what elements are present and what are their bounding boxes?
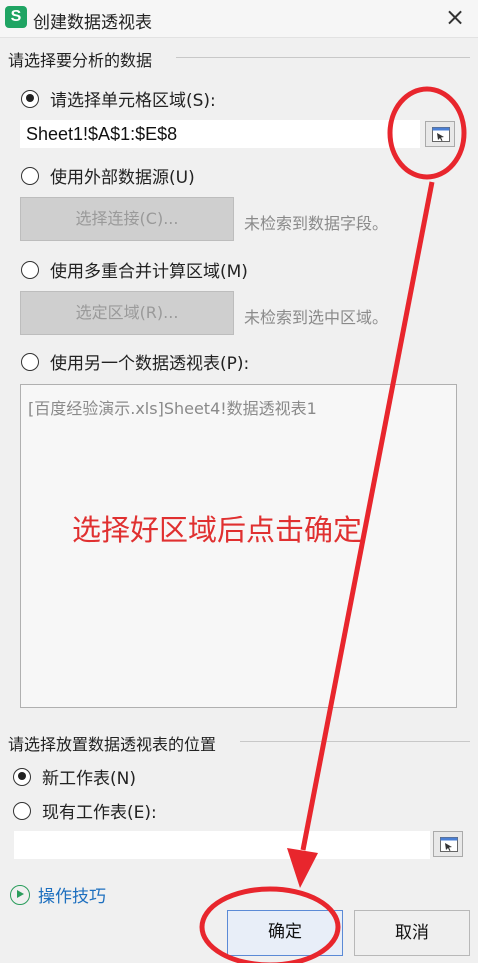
range-input[interactable]: Sheet1!$A$1:$E$8 xyxy=(20,120,420,148)
radio-new-sheet[interactable] xyxy=(13,767,31,786)
placement-picker-button[interactable] xyxy=(433,831,463,857)
range-select-icon xyxy=(440,837,458,852)
group-divider xyxy=(176,57,470,58)
option-cell-range[interactable]: 请选择单元格区域(S): xyxy=(21,86,216,111)
option-new-sheet-label: 新工作表(N) xyxy=(42,769,136,789)
placement-input[interactable] xyxy=(14,831,430,859)
range-picker-button[interactable] xyxy=(425,121,455,147)
option-new-sheet[interactable]: 新工作表(N) xyxy=(13,764,136,789)
play-circle-icon xyxy=(10,884,30,905)
cancel-button[interactable]: 取消 xyxy=(354,910,470,956)
option-multi-range[interactable]: 使用多重合并计算区域(M) xyxy=(21,257,248,282)
radio-cell-range[interactable] xyxy=(21,89,39,108)
external-hint: 未检索到数据字段。 xyxy=(244,214,389,233)
close-button[interactable]: × xyxy=(440,4,470,32)
option-multi-range-label: 使用多重合并计算区域(M) xyxy=(50,262,248,282)
option-existing-sheet[interactable]: 现有工作表(E): xyxy=(13,798,157,823)
title-bar: S 创建数据透视表 × xyxy=(0,0,478,38)
radio-other-pivot[interactable] xyxy=(21,352,39,371)
annotation-text: 选择好区域后点击确定 xyxy=(72,513,363,547)
range-select-icon xyxy=(432,127,450,142)
radio-existing-sheet[interactable] xyxy=(13,801,31,820)
select-region-button[interactable]: 选定区域(R)... xyxy=(20,291,234,335)
radio-external-source[interactable] xyxy=(21,166,39,185)
option-existing-sheet-label: 现有工作表(E): xyxy=(42,803,157,823)
wps-sheet-icon: S xyxy=(5,6,27,28)
tips-link[interactable]: 操作技巧 xyxy=(10,882,106,907)
pivot-list-item[interactable]: [百度经验演示.xls]Sheet4!数据透视表1 xyxy=(28,395,317,419)
placement-group-label: 请选择放置数据透视表的位置 xyxy=(8,731,223,755)
multi-hint: 未检索到选中区域。 xyxy=(244,308,389,327)
radio-multi-range[interactable] xyxy=(21,260,39,279)
dialog-title: 创建数据透视表 xyxy=(33,13,152,33)
source-group-label: 请选择要分析的数据 xyxy=(8,47,159,71)
group-divider xyxy=(240,741,470,742)
option-external-source-label: 使用外部数据源(U) xyxy=(50,168,195,188)
option-other-pivot[interactable]: 使用另一个数据透视表(P): xyxy=(21,349,249,374)
select-connection-button[interactable]: 选择连接(C)... xyxy=(20,197,234,241)
ok-button[interactable]: 确定 xyxy=(227,910,343,956)
tips-link-label[interactable]: 操作技巧 xyxy=(38,882,106,907)
option-external-source[interactable]: 使用外部数据源(U) xyxy=(21,163,195,188)
option-other-pivot-label: 使用另一个数据透视表(P): xyxy=(50,354,250,374)
option-cell-range-label: 请选择单元格区域(S): xyxy=(50,91,216,111)
